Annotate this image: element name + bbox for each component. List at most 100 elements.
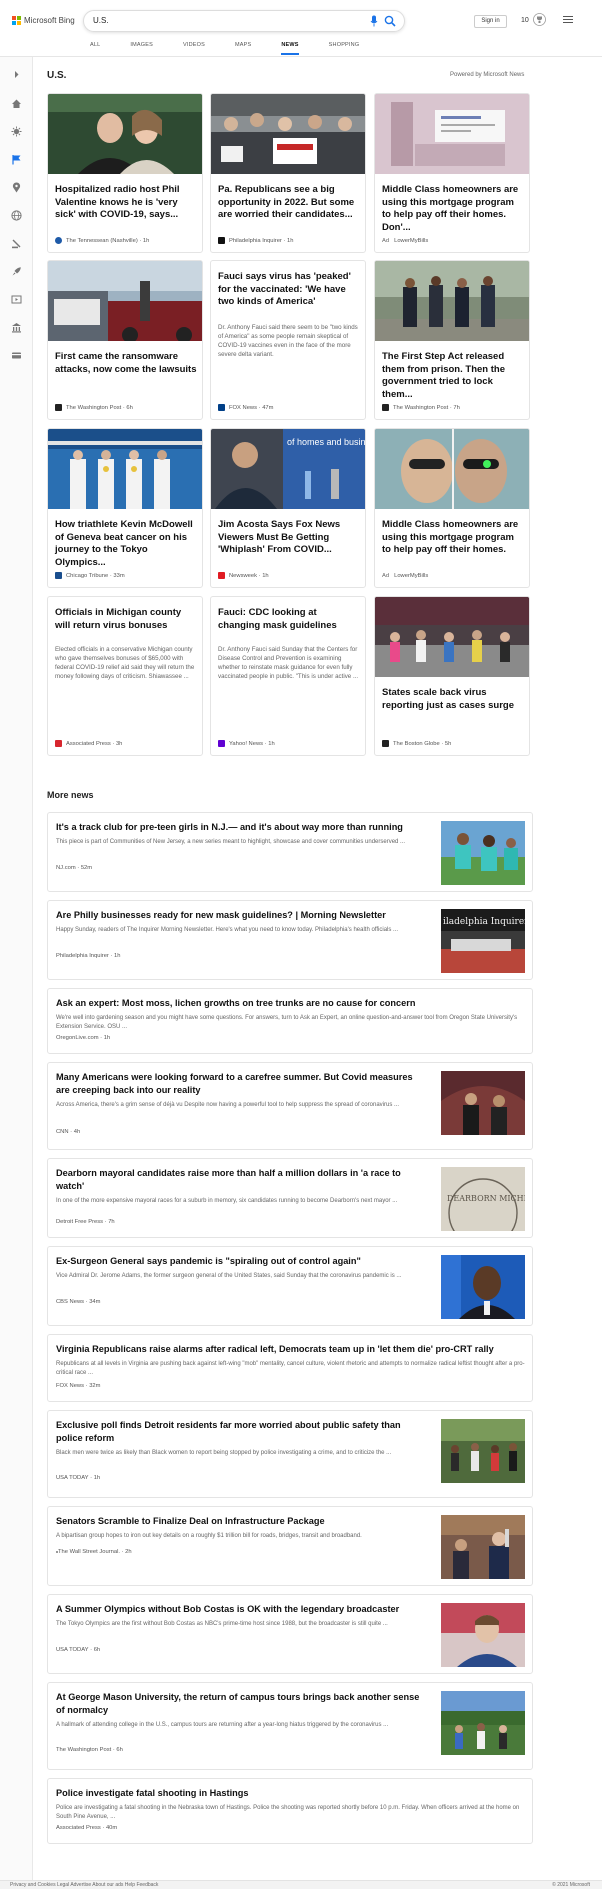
item-source: Associated Press · 40m (56, 1825, 118, 1831)
news-card[interactable]: Middle Class homeowners are using this m… (374, 93, 530, 253)
article-image (48, 261, 202, 341)
tab-maps[interactable]: MAPS (235, 42, 251, 55)
card-icon[interactable] (11, 350, 22, 361)
item-image (441, 1691, 525, 1755)
more-news-item[interactable]: A Summer Olympics without Bob Costas is … (47, 1594, 533, 1674)
more-news-item[interactable]: Police investigate fatal shooting in Has… (47, 1778, 533, 1844)
more-news-item[interactable]: Virginia Republicans raise alarms after … (47, 1334, 533, 1402)
card-source: The Boston Globe · 5h (382, 740, 451, 747)
card-title[interactable]: Jim Acosta Says Fox News Viewers Must Be… (218, 519, 360, 557)
item-title[interactable]: Ex-Surgeon General says pandemic is "spi… (56, 1255, 436, 1268)
card-title[interactable]: How triathlete Kevin McDowell of Geneva … (55, 519, 197, 569)
article-image: of homes and busine (211, 429, 365, 509)
item-title[interactable]: Exclusive poll finds Detroit residents f… (56, 1419, 426, 1444)
more-news-item[interactable]: Are Philly businesses ready for new mask… (47, 900, 533, 980)
item-snippet: Across America, there's a grim sense of … (56, 1102, 399, 1108)
bank-icon[interactable] (11, 322, 22, 333)
tab-all[interactable]: ALL (90, 42, 100, 55)
rewards-trophy-icon[interactable] (533, 13, 546, 26)
microphone-icon[interactable] (370, 15, 378, 27)
item-source: USA TODAY · 1h (56, 1475, 101, 1481)
search-icon[interactable] (384, 15, 396, 27)
item-title[interactable]: At George Mason University, the return o… (56, 1691, 426, 1716)
footer-links[interactable]: Privacy and Cookies Legal Advertise Abou… (10, 1882, 158, 1888)
card-source: Associated Press · 3h (55, 740, 122, 747)
card-title[interactable]: Fauci: CDC looking at changing mask guid… (218, 607, 360, 632)
news-card[interactable]: Pa. Republicans see a big opportunity in… (210, 93, 366, 253)
home-icon[interactable] (11, 98, 22, 109)
news-card[interactable]: States scale back virus reporting just a… (374, 596, 530, 756)
menu-icon[interactable] (563, 16, 573, 24)
item-image (441, 1071, 525, 1135)
card-title[interactable]: Officials in Michigan county will return… (55, 607, 197, 632)
item-title[interactable]: Virginia Republicans raise alarms after … (56, 1343, 526, 1356)
globe-icon[interactable] (11, 210, 22, 221)
location-icon[interactable] (11, 182, 22, 193)
scale-icon[interactable] (11, 238, 22, 249)
news-card[interactable]: of homes and busine Jim Acosta Says Fox … (210, 428, 366, 588)
bing-logo[interactable]: Microsoft Bing (12, 16, 75, 25)
card-title[interactable]: Middle Class homeowners are using this m… (382, 184, 524, 234)
item-title[interactable]: Many Americans were looking forward to a… (56, 1071, 426, 1096)
more-news-item[interactable]: Dearborn mayoral candidates raise more t… (47, 1158, 533, 1238)
rocket-icon[interactable] (11, 266, 22, 277)
news-card[interactable]: Hospitalized radio host Phil Valentine k… (47, 93, 203, 253)
item-title[interactable]: Police investigate fatal shooting in Has… (56, 1787, 526, 1800)
card-source: Philadelphia Inquirer · 1h (218, 237, 293, 244)
item-title[interactable]: Dearborn mayoral candidates raise more t… (56, 1167, 426, 1192)
more-news-item[interactable]: Ask an expert: Most moss, lichen growths… (47, 988, 533, 1054)
card-title[interactable]: States scale back virus reporting just a… (382, 687, 524, 712)
card-title[interactable]: The First Step Act released them from pr… (382, 351, 524, 401)
card-title[interactable]: Hospitalized radio host Phil Valentine k… (55, 184, 197, 222)
tab-images[interactable]: IMAGES (130, 42, 153, 55)
more-news-item[interactable]: It's a track club for pre-teen girls in … (47, 812, 533, 892)
section-title: U.S. (47, 70, 67, 81)
news-card[interactable]: How triathlete Kevin McDowell of Geneva … (47, 428, 203, 588)
coronavirus-icon[interactable] (11, 126, 22, 137)
item-title[interactable]: Ask an expert: Most moss, lichen growths… (56, 997, 526, 1010)
more-news-item[interactable]: Ex-Surgeon General says pandemic is "spi… (47, 1246, 533, 1326)
card-source: Ad LowerMyBills (382, 573, 429, 579)
item-source: USA TODAY · 6h (56, 1647, 101, 1653)
card-title[interactable]: Fauci says virus has 'peaked' for the va… (218, 271, 360, 309)
sign-in-button[interactable]: Sign in (474, 15, 507, 28)
card-source: Ad LowerMyBills (382, 238, 429, 244)
item-title[interactable]: It's a track club for pre-teen girls in … (56, 821, 436, 834)
card-snippet: Dr. Anthony Fauci said there seem to be … (218, 324, 358, 358)
flag-icon[interactable] (11, 154, 22, 165)
article-image (375, 597, 529, 677)
more-news-item[interactable]: Senators Scramble to Finalize Deal on In… (47, 1506, 533, 1586)
card-title[interactable]: First came the ransomware attacks, now c… (55, 351, 197, 376)
news-card[interactable]: Fauci: CDC looking at changing mask guid… (210, 596, 366, 756)
more-news-item[interactable]: At George Mason University, the return o… (47, 1682, 533, 1770)
tab-videos[interactable]: VIDEOS (183, 42, 205, 55)
item-image (441, 821, 525, 885)
item-snippet: Vice Admiral Dr. Jerome Adams, the forme… (56, 1273, 402, 1279)
microsoft-logo-icon (12, 16, 21, 25)
news-card[interactable]: Officials in Michigan county will return… (47, 596, 203, 756)
powered-by[interactable]: Powered by Microsoft News (450, 72, 524, 78)
film-icon[interactable] (11, 294, 22, 305)
news-card[interactable]: The First Step Act released them from pr… (374, 260, 530, 420)
more-news-item[interactable]: Many Americans were looking forward to a… (47, 1062, 533, 1150)
search-box[interactable]: U.S. (83, 10, 405, 32)
more-news-item[interactable]: Exclusive poll finds Detroit residents f… (47, 1410, 533, 1498)
item-title[interactable]: Senators Scramble to Finalize Deal on In… (56, 1515, 436, 1528)
source-logo-icon (382, 404, 389, 411)
item-source: The Washington Post · 6h (56, 1747, 123, 1753)
chevron-right-icon[interactable] (11, 69, 22, 80)
item-source: FOX News · 32m (56, 1383, 101, 1389)
source-logo-icon (55, 740, 62, 747)
tab-shopping[interactable]: SHOPPING (329, 42, 360, 55)
rewards-count[interactable]: 10 (521, 17, 529, 24)
tab-news[interactable]: NEWS (281, 42, 299, 55)
item-title[interactable]: A Summer Olympics without Bob Costas is … (56, 1603, 436, 1616)
card-title[interactable]: Pa. Republicans see a big opportunity in… (218, 184, 360, 222)
card-title[interactable]: Middle Class homeowners are using this m… (382, 519, 524, 557)
news-card[interactable]: Middle Class homeowners are using this m… (374, 428, 530, 588)
news-card[interactable]: First came the ransomware attacks, now c… (47, 260, 203, 420)
item-title[interactable]: Are Philly businesses ready for new mask… (56, 909, 436, 922)
footer-copyright: © 2021 Microsoft (552, 1882, 590, 1888)
search-input[interactable]: U.S. (93, 16, 109, 25)
news-card[interactable]: Fauci says virus has 'peaked' for the va… (210, 260, 366, 420)
